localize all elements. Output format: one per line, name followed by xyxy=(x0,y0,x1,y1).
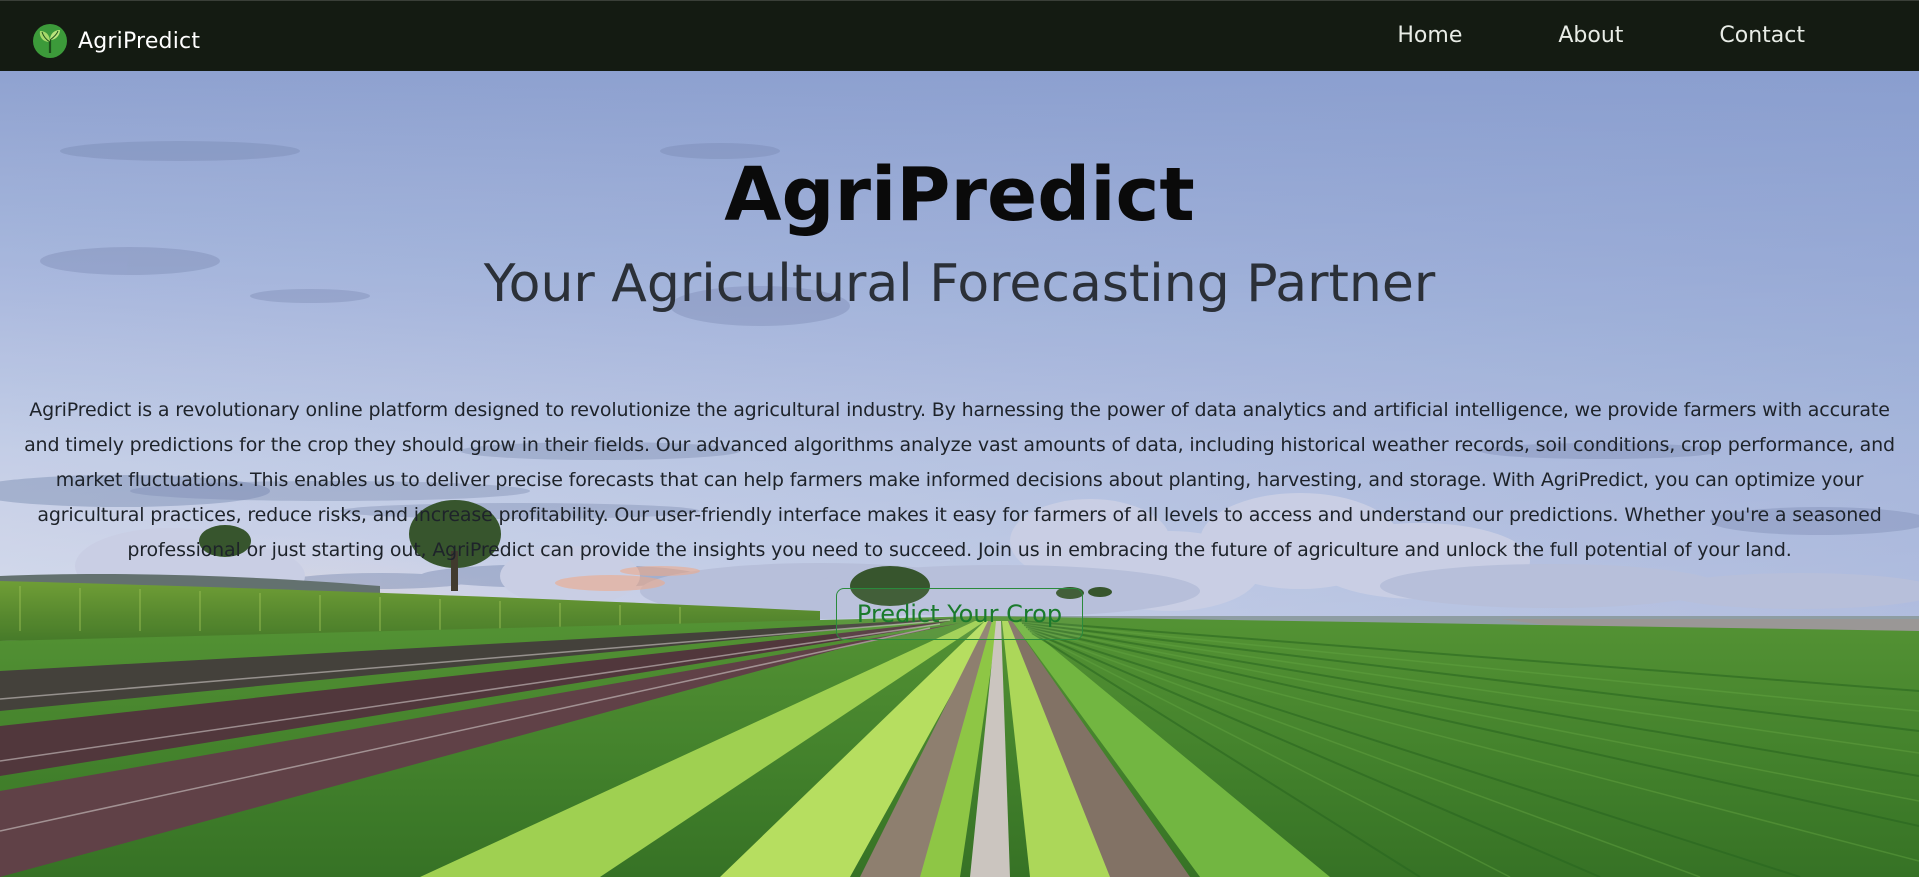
leaf-sprout-icon xyxy=(33,24,67,58)
nav-link-home[interactable]: Home xyxy=(1397,23,1462,48)
top-navbar: AgriPredict Home About Contact xyxy=(0,0,1919,71)
hero-description: AgriPredict is a revolutionary online pl… xyxy=(24,399,1895,561)
hero-subtitle: Your Agricultural Forecasting Partner xyxy=(483,254,1436,314)
page: AgriPredict Home About Contact AgriPredi… xyxy=(0,0,1919,877)
brand-link[interactable]: AgriPredict xyxy=(32,23,200,59)
hero-section: AgriPredict Your Agricultural Forecastin… xyxy=(0,71,1919,640)
nav-link-about[interactable]: About xyxy=(1558,23,1623,48)
hero-title: AgriPredict xyxy=(724,152,1195,238)
nav-links: Home About Contact xyxy=(1301,23,1805,48)
predict-your-crop-button[interactable]: Predict Your Crop xyxy=(835,588,1084,640)
brand-name: AgriPredict xyxy=(78,28,201,54)
nav-link-contact[interactable]: Contact xyxy=(1719,23,1805,48)
